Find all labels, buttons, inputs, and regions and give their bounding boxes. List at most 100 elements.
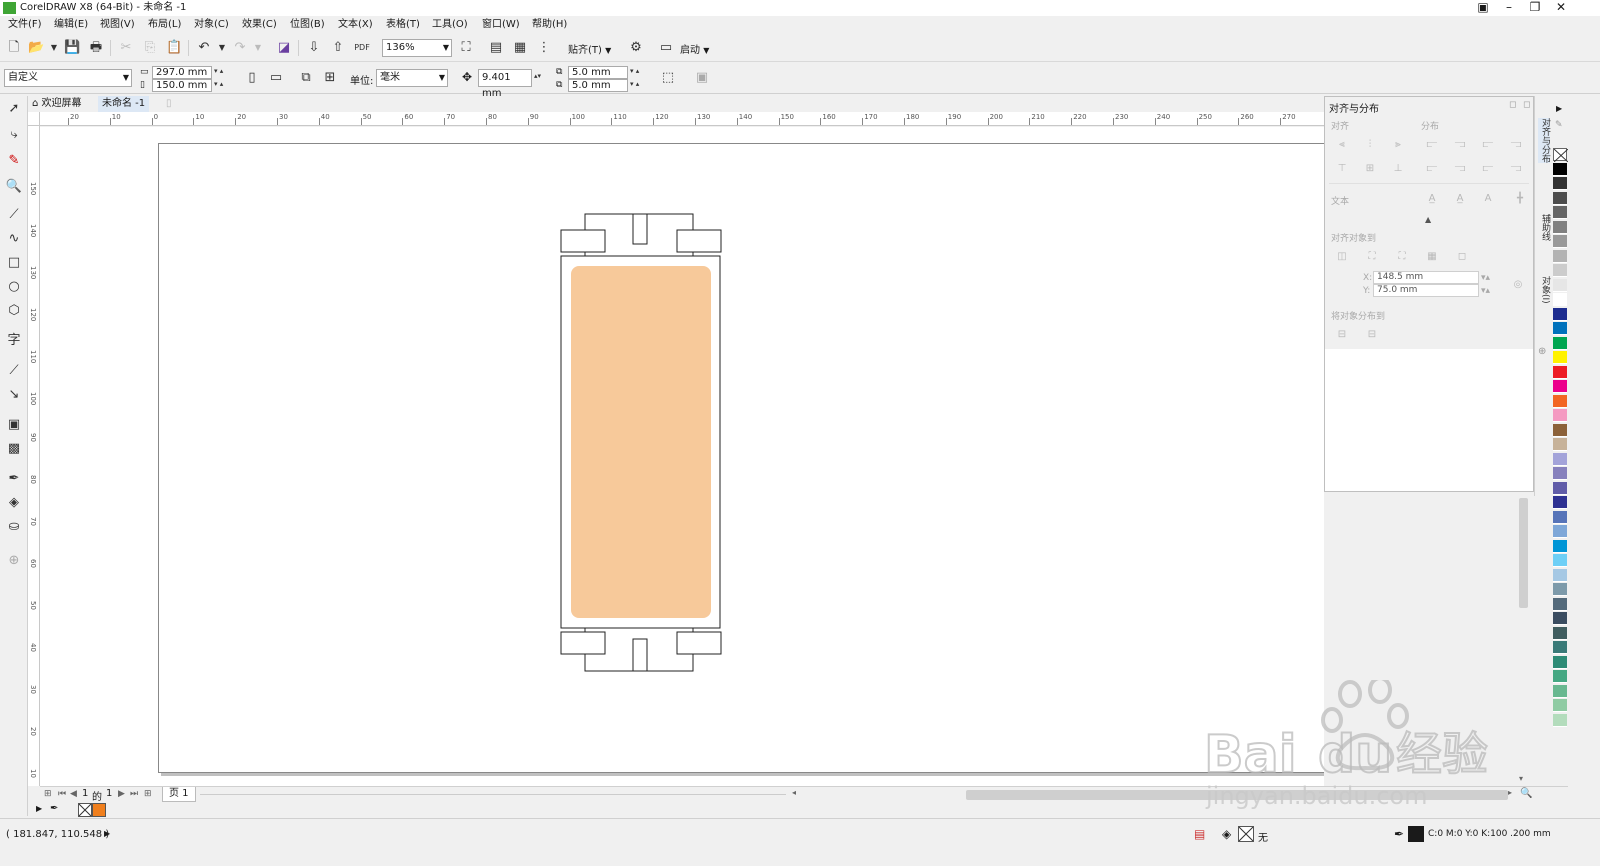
menu-text[interactable]: 文本(X) [336, 18, 375, 32]
side-tab-align[interactable]: 对齐与分布 [1538, 118, 1550, 163]
interactive-fill-icon[interactable]: ◈ [5, 494, 23, 512]
text-bbox-icon[interactable]: A [1481, 193, 1495, 205]
palette-swatch[interactable] [1553, 394, 1567, 408]
palette-swatch[interactable] [1553, 525, 1567, 538]
distribute-spacing-icon[interactable]: ⫎ [1509, 139, 1523, 151]
palette-swatch[interactable] [1553, 568, 1567, 582]
zoom-tool-icon[interactable]: 🔍 [5, 178, 23, 196]
paste-icon[interactable]: 📋 [166, 40, 182, 56]
collapse-up-icon[interactable]: ▲ [1425, 215, 1431, 224]
palette-options-icon[interactable]: ✎ [1555, 120, 1563, 130]
add-page-after-icon[interactable]: ⊞ [144, 789, 152, 799]
maximize-button[interactable]: ❐ [1522, 0, 1548, 16]
palette-swatch[interactable] [1553, 148, 1569, 163]
x-position-input[interactable]: 148.5 mm [1373, 271, 1479, 284]
text-outline-icon[interactable]: ╋ [1513, 193, 1527, 205]
palette-swatch[interactable] [1553, 307, 1567, 321]
menu-help[interactable]: 帮助(H) [530, 18, 569, 32]
palette-swatch[interactable] [1553, 264, 1567, 277]
show-guidelines-icon[interactable]: ⋮ [536, 40, 552, 56]
palette-swatch[interactable] [1553, 177, 1567, 190]
align-top-icon[interactable]: ⊤ [1335, 163, 1349, 175]
dup-x-spin-icon[interactable]: ▾ ▴ [630, 67, 639, 75]
palette-swatch[interactable] [1553, 278, 1567, 292]
rectangle-tool-icon[interactable]: □ [5, 254, 23, 272]
y-spin-icon[interactable]: ▾▴ [1481, 286, 1490, 296]
no-color-swatch[interactable] [78, 803, 92, 817]
full-screen-icon[interactable]: ⛶ [458, 40, 474, 56]
import-icon[interactable]: ⇩ [306, 40, 322, 56]
palette-swatch[interactable] [1553, 293, 1567, 306]
current-page-icon[interactable]: ⊞ [322, 70, 338, 86]
export-icon[interactable]: ⇧ [330, 40, 346, 56]
open-icon[interactable]: 📂 [28, 40, 44, 56]
side-tab-guidelines[interactable]: 辅助线 [1538, 214, 1550, 241]
menu-window[interactable]: 窗口(W) [480, 18, 522, 32]
palette-swatch[interactable] [1553, 249, 1567, 263]
palette-swatch[interactable] [1553, 684, 1567, 698]
dup-y-spin-icon[interactable]: ▾ ▴ [630, 80, 639, 88]
palette-swatch[interactable] [1553, 336, 1567, 350]
next-page-icon[interactable]: ▶ [118, 789, 125, 799]
align-to-active-icon[interactable]: ◫ [1335, 251, 1349, 263]
palette-swatch[interactable] [1553, 641, 1567, 654]
nudge-spin-icon[interactable]: ▴▾ [534, 72, 541, 80]
palette-swatch[interactable] [1553, 322, 1567, 335]
align-right-icon[interactable]: ⫸ [1391, 139, 1405, 151]
copy-icon[interactable]: ⎘ [142, 40, 158, 56]
distribute-left-icon[interactable]: ⫍ [1425, 139, 1439, 151]
palette-swatch[interactable] [1553, 365, 1567, 379]
snap-to-dropdown[interactable]: 贴齐(T) ▼ [568, 41, 611, 56]
page-width-input[interactable]: 297.0 mm [152, 66, 212, 79]
all-pages-icon[interactable]: ⧉ [298, 70, 314, 86]
landscape-icon[interactable]: ▭ [268, 70, 284, 86]
last-page-icon[interactable]: ⏭ [130, 789, 138, 799]
palette-swatch[interactable] [1553, 597, 1567, 611]
side-tab-objects[interactable]: 对象(I) [1538, 276, 1550, 304]
menu-effects[interactable]: 效果(C) [240, 18, 279, 32]
print-icon[interactable]: 🖶 [88, 40, 104, 56]
unit-select[interactable]: 毫米 ▼ [376, 69, 448, 87]
distribute-center-icon[interactable]: ⫎ [1453, 139, 1467, 151]
doc-color-swatch[interactable] [92, 803, 106, 817]
y-position-input[interactable]: 75.0 mm [1373, 284, 1479, 297]
palette-swatch[interactable] [1553, 583, 1567, 596]
palette-swatch[interactable] [1553, 409, 1567, 422]
palette-swatch[interactable] [1553, 438, 1567, 451]
restore-icon[interactable]: ▣ [1470, 0, 1496, 16]
palette-swatch[interactable] [1553, 612, 1567, 625]
palette-swatch[interactable] [1553, 351, 1567, 364]
ellipse-tool-icon[interactable]: ○ [5, 278, 23, 296]
distribute-top-icon[interactable]: ⫍ [1425, 163, 1439, 175]
align-to-point-icon[interactable]: ◻ [1455, 251, 1469, 263]
align-bottom-icon[interactable]: ⊥ [1391, 163, 1405, 175]
palette-swatch[interactable] [1553, 510, 1567, 524]
distribute-v-spacing-icon[interactable]: ⫎ [1509, 163, 1523, 175]
palette-swatch[interactable] [1553, 220, 1567, 234]
horizontal-ruler[interactable]: 20 10 0 10 20 30 40 50 60 70 80 90 100 110 120 130 140 15… [40, 112, 1324, 126]
menu-edit[interactable]: 编辑(E) [52, 18, 90, 32]
connector-tool-icon[interactable]: ↘ [5, 386, 23, 404]
width-spin-icon[interactable]: ▾ ▴ [214, 67, 223, 75]
palette-swatch[interactable] [1553, 539, 1567, 553]
doc-palette-eyedropper-icon[interactable]: ✒ [50, 803, 58, 814]
align-center-h-icon[interactable]: ⫶ [1363, 139, 1377, 151]
shape-tool-icon[interactable]: ⤷ [5, 126, 23, 144]
pdf-icon[interactable]: PDF [354, 40, 370, 56]
palette-swatch[interactable] [1553, 206, 1567, 219]
open-dropdown-icon[interactable]: ▼ [46, 40, 62, 56]
palette-swatch[interactable] [1553, 380, 1567, 393]
palette-swatch[interactable] [1553, 655, 1567, 669]
menu-bitmaps[interactable]: 位图(B) [288, 18, 327, 32]
close-button[interactable]: ✕ [1548, 0, 1574, 16]
show-grid-icon[interactable]: ▦ [512, 40, 528, 56]
palette-swatch[interactable] [1553, 626, 1567, 640]
menu-table[interactable]: 表格(T) [384, 18, 422, 32]
align-to-page-center-icon[interactable]: ⛶ [1395, 251, 1409, 263]
palette-swatch[interactable] [1553, 423, 1567, 437]
treat-as-filled-icon[interactable]: ⬚ [660, 70, 676, 86]
align-to-grid-icon[interactable]: ▦ [1425, 251, 1439, 263]
vscroll-thumb[interactable] [1519, 498, 1528, 608]
pick-tool-icon[interactable]: ➚ [5, 100, 23, 118]
palette-swatch[interactable] [1553, 452, 1567, 466]
